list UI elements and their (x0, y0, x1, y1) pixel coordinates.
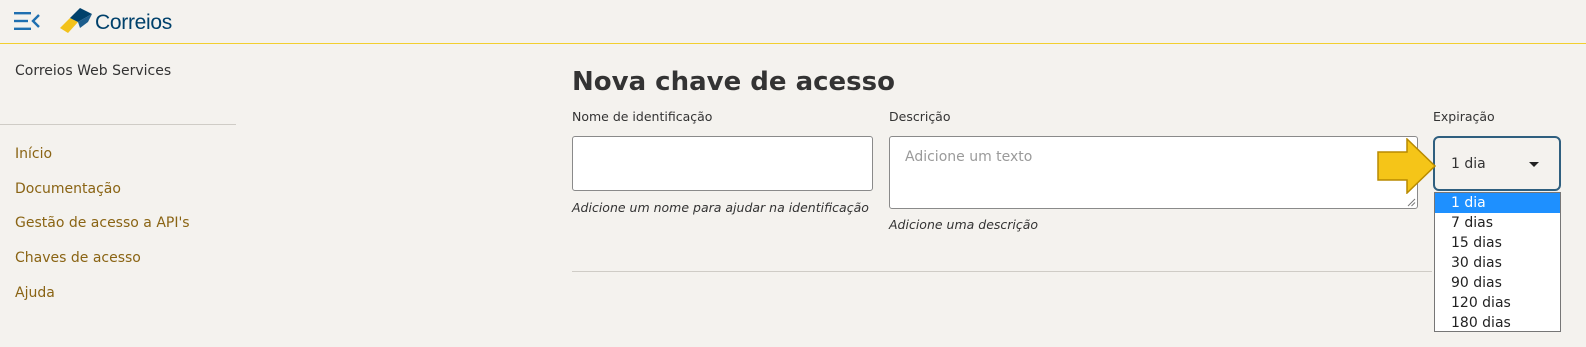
correios-logo[interactable]: Correios (58, 6, 188, 36)
caret-down-icon (1529, 162, 1539, 167)
sidebar-item-documentacao[interactable]: Documentação (15, 180, 190, 215)
brand-name: Correios (95, 11, 172, 34)
expiration-option-1-dia[interactable]: 1 dia (1435, 193, 1560, 213)
sidebar-item-gestao-acesso-apis[interactable]: Gestão de acesso a API's (15, 214, 190, 249)
sidebar-item-inicio[interactable]: Início (15, 145, 190, 180)
expiration-option-7-dias[interactable]: 7 dias (1435, 213, 1560, 233)
expiration-field-label: Expiração (1433, 109, 1495, 124)
expiration-option-90-dias[interactable]: 90 dias (1435, 273, 1560, 293)
description-placeholder: Adicione um texto (905, 149, 1033, 165)
name-field-label: Nome de identificação (572, 109, 713, 124)
expiration-option-15-dias[interactable]: 15 dias (1435, 233, 1560, 253)
top-bar: Correios (0, 0, 1586, 44)
resize-grip-icon[interactable] (1407, 198, 1416, 207)
name-input[interactable] (572, 136, 873, 191)
description-field-hint: Adicione uma descrição (889, 217, 1039, 232)
expiration-option-180-dias[interactable]: 180 dias (1435, 313, 1560, 333)
sidebar-item-chaves-acesso[interactable]: Chaves de acesso (15, 249, 190, 284)
sidebar-divider (0, 124, 236, 125)
correios-logo-icon (60, 8, 92, 33)
expiration-dropdown-list: 1 dia 7 dias 15 dias 30 dias 90 dias 120… (1434, 192, 1561, 332)
sidebar-title: Correios Web Services (15, 63, 172, 79)
sidebar-item-ajuda[interactable]: Ajuda (15, 284, 190, 319)
expiration-option-120-dias[interactable]: 120 dias (1435, 293, 1560, 313)
expiration-selected-value: 1 dia (1451, 156, 1486, 172)
expiration-select[interactable]: 1 dia (1433, 136, 1561, 191)
menu-collapse-icon[interactable] (14, 11, 40, 31)
name-field-hint: Adicione um nome para ajudar na identifi… (572, 200, 869, 215)
sidebar-nav: Início Documentação Gestão de acesso a A… (15, 145, 190, 318)
arrow-right-icon (1377, 138, 1437, 194)
form-divider (572, 271, 1432, 272)
description-field-label: Descrição (889, 109, 951, 124)
expiration-option-30-dias[interactable]: 30 dias (1435, 253, 1560, 273)
description-textarea[interactable]: Adicione um texto (889, 136, 1418, 209)
page-title: Nova chave de acesso (572, 67, 895, 97)
